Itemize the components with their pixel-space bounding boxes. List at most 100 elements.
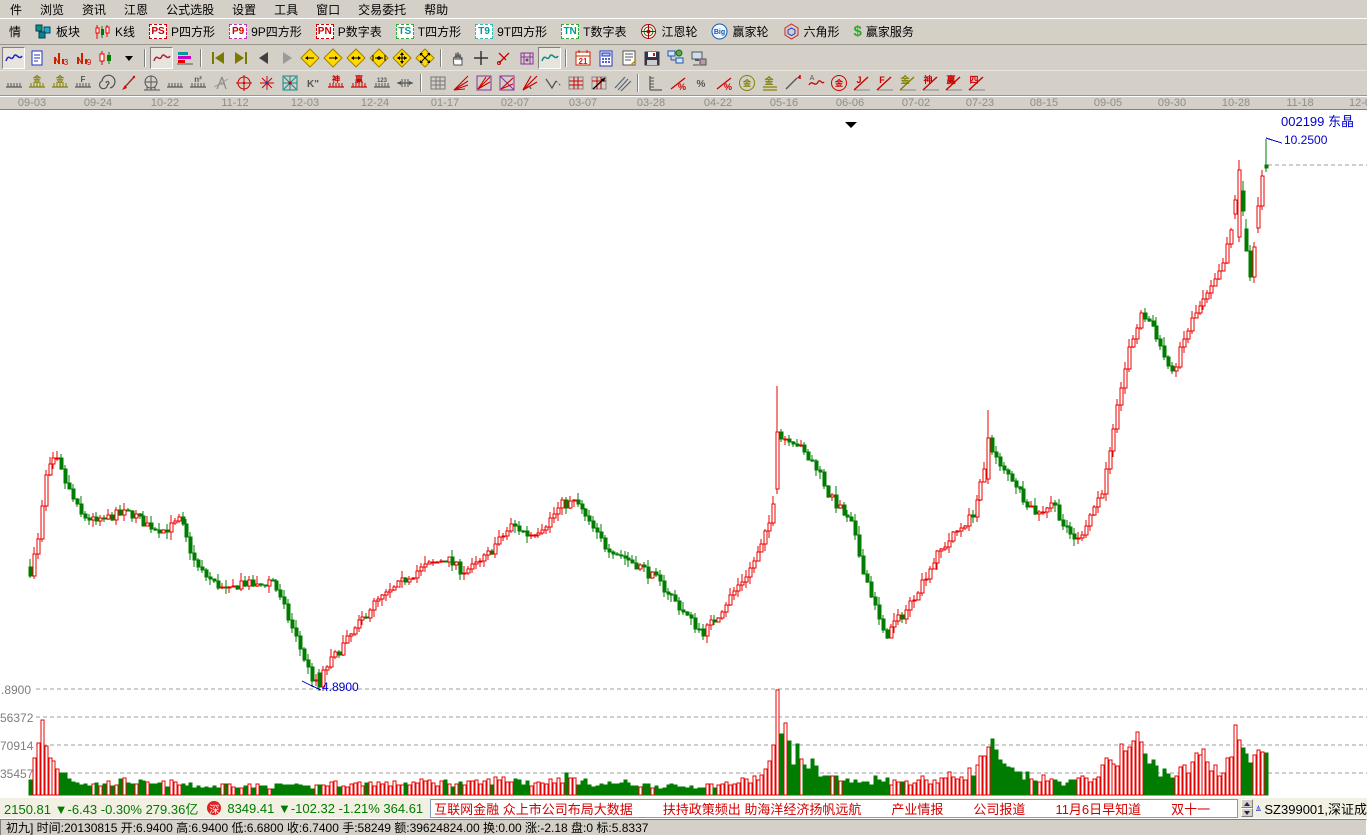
kline-button[interactable]: K线 xyxy=(87,21,142,42)
menu-item-1[interactable]: 浏览 xyxy=(31,0,73,19)
circle-cross-button[interactable] xyxy=(232,72,255,94)
spiral-tool-button[interactable] xyxy=(94,72,117,94)
wheel-ruler-button[interactable] xyxy=(140,72,163,94)
v-wave-button[interactable] xyxy=(541,72,564,94)
star-grid-button[interactable] xyxy=(255,72,278,94)
fan-lines-button[interactable] xyxy=(449,72,472,94)
percent-scale-button[interactable] xyxy=(643,72,666,94)
news-item-0[interactable]: 互联网金融 众上市公司布局大数据 xyxy=(434,799,633,818)
gold-circle-button[interactable]: 金 xyxy=(735,72,758,94)
angle-measure-button[interactable] xyxy=(492,47,515,69)
calculator-button[interactable] xyxy=(594,47,617,69)
percent-line-button[interactable]: % xyxy=(666,72,689,94)
p-number-table-button[interactable]: PNP数字表 xyxy=(309,21,389,42)
expand-h-button[interactable] xyxy=(344,47,367,69)
news-item-1[interactable]: 扶持政策频出 助海洋经济扬帆远航 xyxy=(663,799,862,818)
fan-box-button[interactable] xyxy=(472,72,495,94)
9p-square-button[interactable]: P99P四方形 xyxy=(222,21,309,42)
candle-style-dropdown[interactable] xyxy=(117,47,140,69)
gann-wheel-button[interactable]: 江恩轮 xyxy=(633,21,704,42)
zigzag-teal-button[interactable] xyxy=(538,47,561,69)
menu-item-6[interactable]: 工具 xyxy=(265,0,307,19)
angle-ruler-button[interactable] xyxy=(209,72,232,94)
grid-arrow-button[interactable] xyxy=(587,72,610,94)
gann-tool-button[interactable] xyxy=(515,47,538,69)
candle-style-button[interactable] xyxy=(94,47,117,69)
menu-item-8[interactable]: 交易委托 xyxy=(349,0,415,19)
pan-left-button[interactable] xyxy=(298,47,321,69)
shen-angle-button[interactable]: 神 xyxy=(919,72,942,94)
winner-service-button[interactable]: $赢家服务 xyxy=(847,21,921,42)
win-ruler-button[interactable]: 赢 xyxy=(347,72,370,94)
chart-svg[interactable] xyxy=(0,110,1367,797)
shen-ruler-button[interactable]: 神 xyxy=(324,72,347,94)
j-angle-button[interactable]: J xyxy=(850,72,873,94)
news-item-4[interactable]: 11月6日早知道 xyxy=(1055,799,1141,818)
pen-line-button[interactable] xyxy=(781,72,804,94)
notepad-button[interactable] xyxy=(617,47,640,69)
compress-all-button[interactable] xyxy=(413,47,436,69)
news-item-5[interactable]: 双十一 xyxy=(1171,799,1210,818)
gold-line-button[interactable]: 金 xyxy=(758,72,781,94)
tick-ruler-button[interactable] xyxy=(163,72,186,94)
gold-circle2-button[interactable]: 金 xyxy=(827,72,850,94)
menu-item-0[interactable]: 件 xyxy=(1,0,31,19)
menu-item-4[interactable]: 公式选股 xyxy=(157,0,223,19)
red-grid-button[interactable] xyxy=(564,72,587,94)
f-ruler-button[interactable]: F xyxy=(71,72,94,94)
network-button[interactable] xyxy=(663,47,686,69)
position-marker-icon[interactable] xyxy=(845,122,857,128)
t-square-button[interactable]: TST四方形 xyxy=(389,21,468,42)
gold-ruler-2-button[interactable]: 金 xyxy=(48,72,71,94)
first-bar-button[interactable] xyxy=(206,47,229,69)
t-number-table-button[interactable]: TNT数字表 xyxy=(554,21,633,42)
k-notation-button[interactable]: K" xyxy=(301,72,324,94)
fan-box2-button[interactable] xyxy=(495,72,518,94)
news-ticker[interactable]: 互联网金融 众上市公司布局大数据 扶持政策频出 助海洋经济扬帆远航 产业情报 公司报道… xyxy=(430,799,1238,818)
winner-wheel-button[interactable]: Big赢家轮 xyxy=(704,21,775,42)
volume-profile-button[interactable] xyxy=(173,47,196,69)
remote-pc-button[interactable] xyxy=(686,47,709,69)
news-item-3[interactable]: 公司报道 xyxy=(973,799,1025,818)
info-document-button[interactable] xyxy=(25,47,48,69)
menu-item-2[interactable]: 资讯 xyxy=(73,0,115,19)
bars-3-button[interactable]: 3 xyxy=(48,47,71,69)
n2-ruler-button[interactable]: n² xyxy=(186,72,209,94)
expand-all-button[interactable] xyxy=(390,47,413,69)
angle-lines-button[interactable] xyxy=(518,72,541,94)
pan-right-button[interactable] xyxy=(321,47,344,69)
spin-down-icon[interactable] xyxy=(1241,808,1253,817)
chart-area[interactable]: 002199 东晶 10.2500 4.8900 .89005637270914… xyxy=(0,109,1367,797)
hexagon-button[interactable]: 六角形 xyxy=(776,21,847,42)
parallel-lines-button[interactable] xyxy=(610,72,633,94)
news-item-2[interactable]: 产业情报 xyxy=(891,799,943,818)
next-bar-button[interactable] xyxy=(275,47,298,69)
percent-line2-button[interactable]: % xyxy=(712,72,735,94)
sector-button[interactable]: 板块 xyxy=(28,21,87,42)
percent-button[interactable]: % xyxy=(689,72,712,94)
p-square-button[interactable]: PSP四方形 xyxy=(142,21,222,42)
width-ruler-button[interactable] xyxy=(393,72,416,94)
hand-tool-button[interactable] xyxy=(446,47,469,69)
f-angle-button[interactable]: F xyxy=(873,72,896,94)
win-angle-button[interactable]: 赢 xyxy=(942,72,965,94)
quote-partial[interactable]: 情 xyxy=(2,21,28,42)
wave-line-button[interactable]: A xyxy=(804,72,827,94)
grid-tool-button[interactable] xyxy=(426,72,449,94)
gold-ruler-1-button[interactable]: 金 xyxy=(25,72,48,94)
crosshair-button[interactable] xyxy=(469,47,492,69)
menu-item-9[interactable]: 帮助 xyxy=(415,0,457,19)
pen-tool-button[interactable] xyxy=(117,72,140,94)
compress-h-button[interactable] xyxy=(367,47,390,69)
menu-item-5[interactable]: 设置 xyxy=(223,0,265,19)
save-button[interactable] xyxy=(640,47,663,69)
menu-item-7[interactable]: 窗口 xyxy=(307,0,349,19)
menu-item-3[interactable]: 江恩 xyxy=(115,0,157,19)
gann-ruler-button[interactable] xyxy=(2,72,25,94)
calendar-button[interactable]: 21 xyxy=(571,47,594,69)
si-angle-button[interactable]: 四 xyxy=(965,72,988,94)
zigzag-red-button[interactable] xyxy=(150,47,173,69)
star-grid-box-button[interactable] xyxy=(278,72,301,94)
spin-up-icon[interactable] xyxy=(1241,799,1253,808)
prev-bar-button[interactable] xyxy=(252,47,275,69)
